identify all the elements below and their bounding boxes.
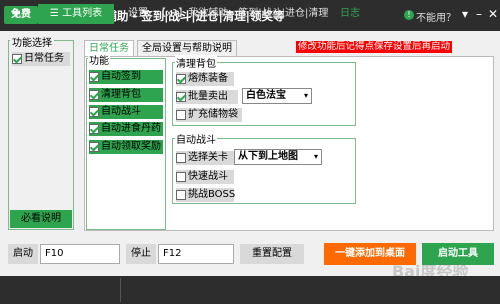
window-task-button[interactable]: 【x1】我欲辅助 - 签到|战斗|进仓|清理...	[156, 4, 328, 24]
option-label: 批量卖出	[188, 91, 228, 102]
option-label: 熔炼装备	[188, 73, 228, 84]
option-label: 扩充储物袋	[188, 109, 238, 120]
function-item-auto-battle[interactable]: 自动战斗	[89, 105, 163, 119]
function-group-title: 功能	[88, 52, 110, 67]
taskbar	[0, 276, 500, 304]
list-icon: ☰	[49, 8, 63, 19]
checkbox-icon[interactable]	[89, 142, 99, 152]
checkbox-icon[interactable]	[176, 92, 186, 102]
option-challenge-boss[interactable]: 挑战BOSS	[176, 188, 236, 202]
warning-icon: !	[404, 10, 414, 20]
option-label: 挑战BOSS	[188, 189, 236, 200]
function-item-auto-eat-pill[interactable]: 自动进食丹药	[89, 122, 163, 136]
stop-hotkey-input[interactable]: F12	[158, 244, 234, 264]
function-item-auto-claim-reward[interactable]: 自动领取奖励	[89, 140, 163, 154]
tool-list-button[interactable]: ☰ 工具列表	[38, 4, 114, 24]
option-quick-battle[interactable]: 快速战斗	[176, 170, 234, 184]
checkbox-icon[interactable]	[89, 90, 99, 100]
checkbox-icon[interactable]	[176, 172, 186, 182]
not-working-link[interactable]: 不能用？	[416, 9, 456, 24]
checkbox-icon[interactable]	[12, 54, 22, 64]
reset-config-button[interactable]: 重置配置	[240, 244, 304, 264]
minimize-icon[interactable]: –	[472, 7, 486, 21]
stop-hotkey-label: 停止	[126, 244, 156, 264]
feature-select-title: 功能选择	[10, 34, 54, 49]
tool-list-label: 工具列表	[62, 8, 103, 19]
feature-select-panel	[8, 40, 74, 230]
tab-global-settings[interactable]: 全局设置与帮助说明	[137, 40, 237, 56]
checkbox-icon[interactable]	[176, 74, 186, 84]
function-item-clean-bag[interactable]: 清理背包	[89, 88, 163, 102]
start-hotkey-label: 启动	[8, 244, 38, 264]
option-select-stage[interactable]: 选择关卡	[176, 151, 234, 165]
chevron-down-icon[interactable]: ▾	[458, 7, 472, 21]
checkbox-icon[interactable]	[176, 110, 186, 120]
checkbox-icon[interactable]	[89, 107, 99, 117]
option-label: 快速战斗	[188, 171, 228, 182]
taskbar-divider	[120, 278, 121, 302]
option-smelt-equipment[interactable]: 熔炼装备	[176, 72, 234, 86]
option-expand-storage[interactable]: 扩充储物袋	[176, 108, 242, 122]
close-icon[interactable]: ✕	[486, 7, 500, 21]
sell-quality-value: 白色法宝	[246, 90, 286, 101]
function-item-label: 自动签到	[101, 71, 141, 82]
chevron-down-icon: ▾	[303, 91, 308, 100]
option-batch-sell[interactable]: 批量卖出	[176, 90, 238, 104]
checkbox-icon[interactable]	[176, 153, 186, 163]
function-item-label: 清理背包	[101, 89, 141, 100]
checkbox-icon[interactable]	[89, 72, 99, 82]
settings-button[interactable]: 设置	[124, 4, 152, 24]
stage-select[interactable]: 从下到上地图 ▾	[234, 149, 322, 165]
daily-task-item[interactable]: 日常任务	[12, 52, 70, 66]
checkbox-icon[interactable]	[89, 124, 99, 134]
start-hotkey-input[interactable]: F10	[40, 244, 120, 264]
sell-quality-select[interactable]: 白色法宝 ▾	[242, 88, 312, 104]
function-item-label: 自动领取奖励	[101, 141, 161, 152]
chevron-down-icon: ▾	[313, 152, 318, 161]
checkbox-icon[interactable]	[176, 190, 186, 200]
daily-task-label: 日常任务	[24, 53, 64, 64]
function-item-auto-checkin[interactable]: 自动签到	[89, 70, 163, 84]
option-label: 选择关卡	[188, 152, 228, 163]
auto-battle-title: 自动战斗	[175, 131, 217, 146]
must-read-button[interactable]: 必看说明	[10, 210, 72, 228]
chevron-up-icon[interactable]: ▾	[4, 4, 28, 24]
log-button[interactable]: 日志	[330, 4, 370, 24]
clean-bag-title: 清理背包	[175, 55, 217, 70]
function-item-label: 自动进食丹药	[101, 123, 161, 134]
stage-select-value: 从下到上地图	[238, 151, 298, 162]
save-notice: 修改功能后记得点保存设置后再启动	[296, 41, 453, 53]
function-item-label: 自动战斗	[101, 106, 141, 117]
